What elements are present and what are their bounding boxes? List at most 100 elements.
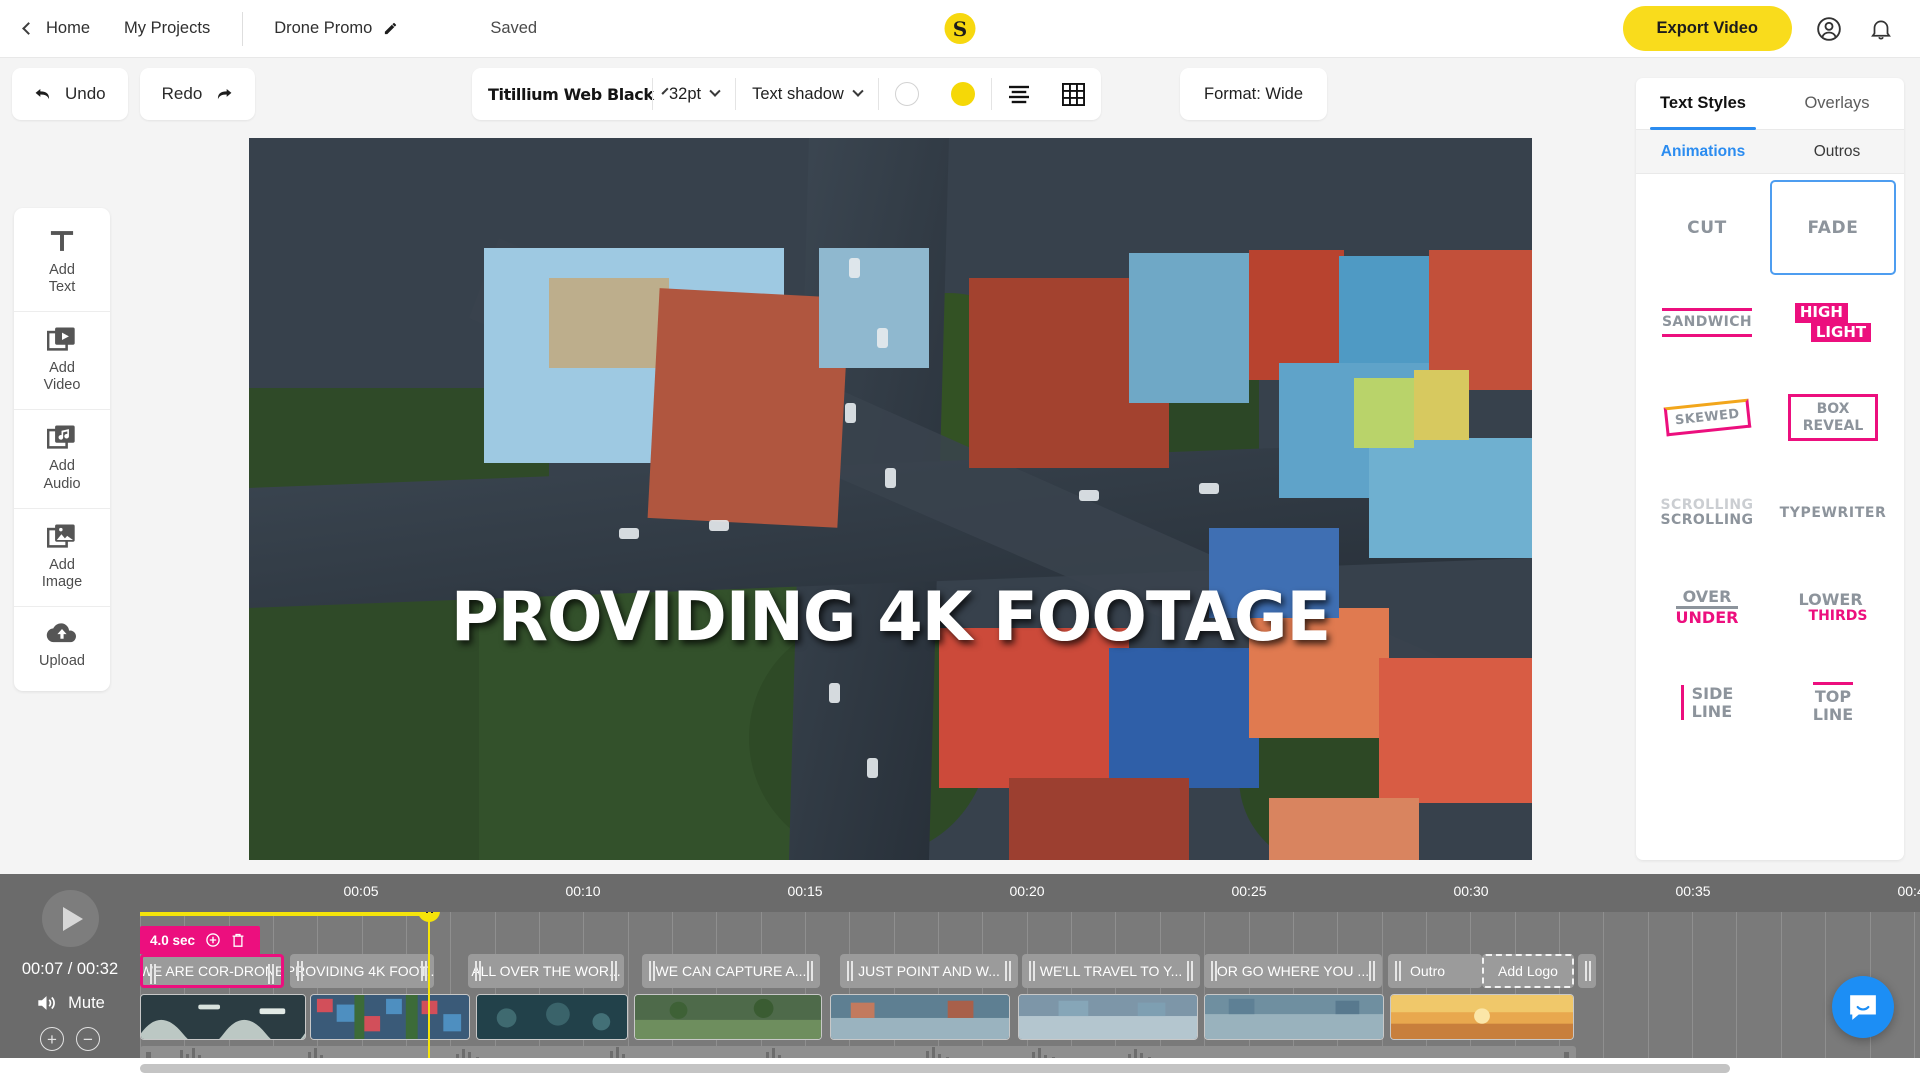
text-effect-select[interactable]: Text shadow xyxy=(736,68,878,120)
clip-handle-right[interactable] xyxy=(425,961,427,981)
video-thumbnail-clip[interactable] xyxy=(830,994,1010,1040)
video-thumbnail-clip[interactable] xyxy=(1018,994,1198,1040)
clip-handle-left[interactable] xyxy=(297,961,299,981)
back-home-link[interactable]: Home xyxy=(22,19,90,38)
subtab-outros[interactable]: Outros xyxy=(1770,130,1904,173)
tab-overlays[interactable]: Overlays xyxy=(1770,78,1904,129)
clip-handle-right[interactable] xyxy=(272,964,274,984)
clip-handle-right[interactable] xyxy=(1373,961,1375,981)
timeline-ruler[interactable]: 00:05 00:10 00:15 00:20 00:25 00:30 00:3… xyxy=(140,874,1920,912)
video-thumbnail-clip[interactable] xyxy=(476,994,628,1040)
clip-handle-left[interactable] xyxy=(475,961,477,981)
rail-item-upload[interactable]: Upload xyxy=(14,607,110,685)
tab-text-styles[interactable]: Text Styles xyxy=(1636,78,1770,130)
clip-handle-left[interactable] xyxy=(1211,961,1213,981)
timeline-scrollbar[interactable] xyxy=(140,1064,1730,1073)
zoom-in-button[interactable]: + xyxy=(40,1027,64,1051)
animation-label-fade: FADE xyxy=(1807,217,1859,238)
font-family-select[interactable]: Titillium Web Black xyxy=(472,68,669,120)
account-circle-icon[interactable] xyxy=(1814,14,1844,44)
video-thumbnail-clip[interactable] xyxy=(1204,994,1384,1040)
redo-button[interactable]: Redo xyxy=(139,68,256,120)
ruler-tick: 00:20 xyxy=(1009,883,1045,899)
rail-item-add-audio[interactable]: Add Audio xyxy=(14,410,110,509)
pencil-icon[interactable] xyxy=(383,21,398,36)
ruler-tick: 00:05 xyxy=(343,883,379,899)
clip-handle-left[interactable] xyxy=(150,964,152,984)
audio-note-icon xyxy=(47,425,75,450)
font-size-select[interactable]: 32pt xyxy=(653,68,735,120)
clip-label: ALL OVER THE WOR... xyxy=(471,963,621,979)
font-size-value: 32pt xyxy=(669,84,702,103)
text-clip[interactable]: PROVIDING 4K FOOT... xyxy=(290,954,434,988)
preview-overlay-text[interactable]: PROVIDING 4K FOOTAGE xyxy=(275,578,1507,657)
clip-handle-left[interactable] xyxy=(1585,961,1587,981)
text-clip[interactable]: OR GO WHERE YOU ... xyxy=(1204,954,1382,988)
brand-logo[interactable]: S xyxy=(944,13,976,44)
animation-highlight[interactable]: HIGH LIGHT xyxy=(1770,275,1896,370)
play-button[interactable] xyxy=(41,890,99,947)
add-logo-button[interactable]: Add Logo xyxy=(1482,954,1574,988)
video-thumbnail-clip[interactable] xyxy=(1390,994,1574,1040)
text-clip[interactable]: WE ARE COR-DRONE xyxy=(140,954,284,988)
grid-icon xyxy=(1061,82,1085,106)
grid-layout-button[interactable] xyxy=(1046,68,1101,120)
clip-handle-right[interactable] xyxy=(811,961,813,981)
clip-handle-right[interactable] xyxy=(615,961,617,981)
format-wide-button[interactable]: Format: Wide xyxy=(1180,68,1328,120)
animation-cut[interactable]: CUT xyxy=(1644,180,1770,275)
clip-handle-left[interactable] xyxy=(649,961,651,981)
clip-handle-right[interactable] xyxy=(1009,961,1011,981)
ruler-tick: 00:10 xyxy=(565,883,601,899)
animation-top-line[interactable]: TOP LINE xyxy=(1770,655,1896,750)
fill-color-swatch[interactable] xyxy=(935,68,991,120)
mute-button[interactable]: Mute xyxy=(35,993,105,1013)
project-title-group[interactable]: Drone Promo xyxy=(274,19,398,38)
clip-label: Outro xyxy=(1410,963,1446,979)
timeline-tracks[interactable]: 4.0 sec WE ARE COR-DRONE PROVIDING 4K FO… xyxy=(140,912,1920,1058)
text-clip[interactable]: JUST POINT AND W... xyxy=(840,954,1018,988)
outro-clip[interactable]: Outro xyxy=(1388,954,1482,988)
text-t-icon xyxy=(50,231,74,251)
playhead[interactable] xyxy=(418,912,440,1058)
text-clip[interactable]: WE'LL TRAVEL TO Y... xyxy=(1022,954,1200,988)
animation-label-typewriter: TYPEWRITER xyxy=(1779,504,1887,521)
rail-item-add-video[interactable]: Add Video xyxy=(14,312,110,411)
text-clip[interactable]: WE CAN CAPTURE A... xyxy=(642,954,820,988)
text-clip[interactable]: ALL OVER THE WOR... xyxy=(468,954,624,988)
animation-typewriter[interactable]: TYPEWRITER xyxy=(1770,465,1896,560)
clip-handle-right[interactable] xyxy=(1191,961,1193,981)
animation-side-line[interactable]: SIDE LINE xyxy=(1644,655,1770,750)
rail-item-add-image[interactable]: Add Image xyxy=(14,509,110,607)
chat-bubble-icon[interactable] xyxy=(1832,976,1894,1038)
outline-color-swatch[interactable] xyxy=(879,68,935,120)
video-thumbnail-clip[interactable] xyxy=(310,994,470,1040)
clip-handle-left[interactable] xyxy=(847,961,849,981)
undo-button[interactable]: Undo xyxy=(12,68,128,120)
trash-icon[interactable] xyxy=(231,932,245,948)
video-thumbnail-clip[interactable] xyxy=(634,994,822,1040)
audio-clip[interactable] xyxy=(140,1046,1576,1058)
my-projects-link[interactable]: My Projects xyxy=(124,19,210,38)
video-thumbnail-clip[interactable] xyxy=(140,994,306,1040)
export-video-button[interactable]: Export Video xyxy=(1622,6,1792,51)
animation-label-cut: CUT xyxy=(1687,217,1727,238)
animation-box-reveal[interactable]: BOX REVEAL xyxy=(1770,370,1896,465)
text-align-button[interactable] xyxy=(992,68,1046,120)
animation-sandwich[interactable]: SANDWICH xyxy=(1644,275,1770,370)
zoom-out-button[interactable]: − xyxy=(76,1027,100,1051)
rail-item-add-text[interactable]: Add Text xyxy=(14,214,110,313)
animation-over-under[interactable]: OVER UNDER xyxy=(1644,560,1770,655)
animation-fade[interactable]: FADE xyxy=(1770,180,1896,275)
clip-handle-left[interactable] xyxy=(1395,961,1397,981)
bell-icon[interactable] xyxy=(1866,14,1896,44)
rail-label-add-video: Add Video xyxy=(43,360,81,394)
clip-handle-left[interactable] xyxy=(1029,961,1031,981)
animation-scrolling[interactable]: SCROLLING SCROLLING xyxy=(1644,465,1770,560)
video-preview[interactable]: PROVIDING 4K FOOTAGE xyxy=(249,138,1532,860)
add-circle-icon[interactable] xyxy=(205,932,221,948)
animation-lower-thirds[interactable]: LOWER THIRDS xyxy=(1770,560,1896,655)
animation-skewed[interactable]: SKEWED xyxy=(1644,370,1770,465)
subtab-animations[interactable]: Animations xyxy=(1636,130,1770,173)
track-end-handle[interactable] xyxy=(1578,954,1596,988)
